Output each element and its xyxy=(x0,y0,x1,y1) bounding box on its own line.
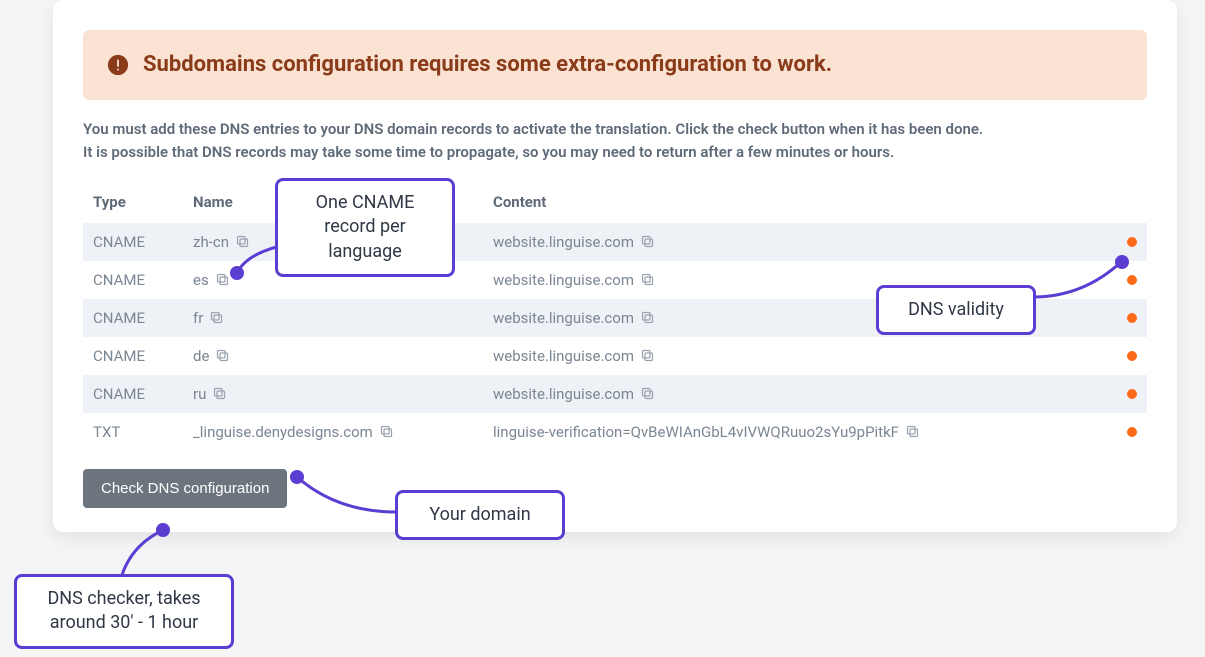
copy-icon[interactable] xyxy=(640,310,656,326)
copy-icon[interactable] xyxy=(640,386,656,402)
cell-name-text: de xyxy=(193,347,209,365)
cell-status xyxy=(1107,261,1147,299)
copy-icon[interactable] xyxy=(212,386,228,402)
cell-name-text: ru xyxy=(193,385,206,403)
col-header-content: Content xyxy=(483,181,1107,223)
col-header-type: Type xyxy=(83,181,183,223)
cell-content: website.linguise.com xyxy=(483,223,1107,261)
table-row: CNAME ru website.linguise.com xyxy=(83,375,1147,413)
cell-status xyxy=(1107,223,1147,261)
table-row: TXT _linguise.denydesigns.com linguise-ver… xyxy=(83,413,1147,451)
cell-content: website.linguise.com xyxy=(483,337,1107,375)
cell-name-text: fr xyxy=(193,309,203,327)
table-row: CNAME zh-cn website.linguise.com xyxy=(83,223,1147,261)
dns-config-card: Subdomains configuration requires some e… xyxy=(53,0,1177,532)
cell-content-text: website.linguise.com xyxy=(493,309,634,327)
cell-type: CNAME xyxy=(83,223,183,261)
copy-icon[interactable] xyxy=(209,310,225,326)
cell-status xyxy=(1107,299,1147,337)
cell-content-text: website.linguise.com xyxy=(493,347,634,365)
copy-icon[interactable] xyxy=(215,348,231,364)
cell-type: CNAME xyxy=(83,337,183,375)
callout-validity: DNS validity xyxy=(876,285,1036,335)
col-header-status xyxy=(1107,181,1147,223)
alert-title: Subdomains configuration requires some e… xyxy=(143,52,832,78)
alert-icon xyxy=(107,54,129,76)
cell-name-text: es xyxy=(193,271,209,289)
cell-status xyxy=(1107,375,1147,413)
cell-name: _linguise.denydesigns.com xyxy=(183,413,483,451)
cell-type: TXT xyxy=(83,413,183,451)
cell-status xyxy=(1107,413,1147,451)
status-dot-icon xyxy=(1127,313,1137,323)
status-dot-icon xyxy=(1127,389,1137,399)
callout-dot-cname xyxy=(230,266,244,280)
cell-content-text: website.linguise.com xyxy=(493,271,634,289)
cell-content-text: website.linguise.com xyxy=(493,233,634,251)
cell-content-text: linguise-verification=QvBeWIAnGbL4vIVWQR… xyxy=(493,423,899,441)
callout-dot-validity xyxy=(1115,255,1129,269)
cell-type: CNAME xyxy=(83,375,183,413)
callout-dot-checker xyxy=(156,523,170,537)
dns-tbody: CNAME zh-cn website.linguise.com CNAME es web… xyxy=(83,223,1147,451)
instructions-text: You must add these DNS entries to your D… xyxy=(83,118,1147,163)
table-row: CNAME de website.linguise.com xyxy=(83,337,1147,375)
callout-dot-domain xyxy=(290,470,304,484)
status-dot-icon xyxy=(1127,237,1137,247)
instructions-line-1: You must add these DNS entries to your D… xyxy=(83,120,983,138)
copy-icon[interactable] xyxy=(640,348,656,364)
cell-name-text: _linguise.denydesigns.com xyxy=(193,423,373,441)
copy-icon[interactable] xyxy=(235,234,251,250)
cell-name: de xyxy=(183,337,483,375)
callout-checker: DNS checker, takes around 30' - 1 hour xyxy=(14,574,234,649)
copy-icon[interactable] xyxy=(215,272,231,288)
status-dot-icon xyxy=(1127,275,1137,285)
cell-status xyxy=(1107,337,1147,375)
cell-content: linguise-verification=QvBeWIAnGbL4vIVWQR… xyxy=(483,413,1107,451)
copy-icon[interactable] xyxy=(640,234,656,250)
cell-content-text: website.linguise.com xyxy=(493,385,634,403)
cell-content: website.linguise.com xyxy=(483,375,1107,413)
instructions-line-2: It is possible that DNS records may take… xyxy=(83,143,894,161)
callout-domain: Your domain xyxy=(395,490,565,540)
cell-type: CNAME xyxy=(83,261,183,299)
cell-type: CNAME xyxy=(83,299,183,337)
cell-name: ru xyxy=(183,375,483,413)
alert-banner: Subdomains configuration requires some e… xyxy=(83,30,1147,100)
cell-name-text: zh-cn xyxy=(193,233,229,251)
copy-icon[interactable] xyxy=(640,272,656,288)
status-dot-icon xyxy=(1127,351,1137,361)
check-dns-button[interactable]: Check DNS configuration xyxy=(83,469,287,508)
copy-icon[interactable] xyxy=(379,424,395,440)
status-dot-icon xyxy=(1127,427,1137,437)
cell-name: fr xyxy=(183,299,483,337)
copy-icon[interactable] xyxy=(905,424,921,440)
callout-cname: One CNAME record per language xyxy=(275,178,455,277)
